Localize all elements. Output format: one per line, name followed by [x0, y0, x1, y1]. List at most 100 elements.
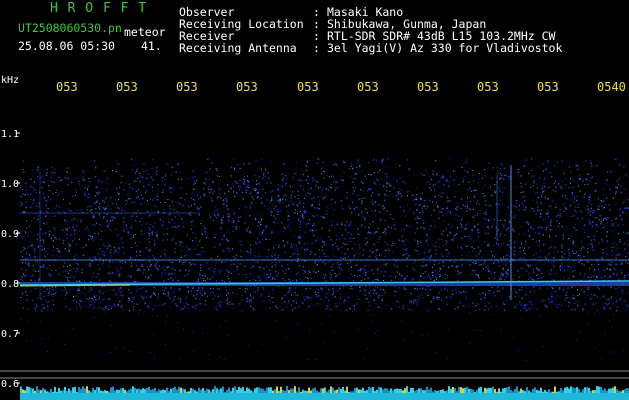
noise-dot — [608, 263, 610, 265]
noise-dot — [591, 264, 593, 266]
noise-dot — [513, 241, 516, 243]
noise-dot-bright — [302, 174, 304, 176]
noise-dot-bright — [148, 241, 150, 243]
noise-dot — [132, 236, 134, 239]
noise-dot — [503, 309, 505, 311]
noise-dot — [141, 265, 144, 268]
noise-dot — [85, 297, 87, 299]
noise-dot — [154, 357, 155, 359]
noise-dot — [503, 302, 505, 305]
noise-dot — [493, 277, 496, 279]
noise-dot — [57, 195, 59, 197]
noise-dot-bright — [102, 207, 104, 209]
noise-dot — [423, 265, 425, 267]
noise-dot-bright — [125, 199, 127, 201]
noise-dot — [176, 226, 178, 229]
noise-dot — [417, 299, 419, 301]
noise-dot — [107, 272, 109, 274]
noise-dot — [527, 222, 529, 224]
noise-dot — [619, 208, 622, 210]
noise-dot — [258, 241, 260, 243]
noise-dot — [156, 206, 158, 208]
noise-dot — [376, 184, 379, 186]
noise-dot-bright — [234, 195, 236, 197]
noise-dot — [341, 179, 343, 181]
noise-dot — [144, 268, 147, 270]
noise-dot-bright — [53, 246, 54, 248]
noise-dot-bright — [335, 187, 337, 189]
noise-dot — [353, 190, 355, 192]
noise-dot — [555, 203, 557, 205]
noise-dot — [297, 324, 299, 326]
noise-dot — [406, 252, 408, 254]
noise-dot — [493, 291, 495, 293]
noise-dot — [463, 289, 465, 291]
noise-dot — [524, 234, 526, 236]
noise-dot-bright — [66, 229, 68, 231]
noise-dot — [311, 297, 313, 299]
noise-dot — [561, 247, 563, 249]
noise-dot-bright — [196, 293, 198, 295]
noise-dot — [324, 261, 326, 264]
noise-dot — [22, 168, 24, 171]
noise-dot — [480, 298, 482, 300]
noise-dot — [532, 306, 534, 308]
noise-dot — [237, 266, 239, 268]
noise-dot — [51, 299, 53, 301]
noise-dot — [215, 308, 217, 310]
noise-dot — [222, 261, 224, 263]
noise-dot — [477, 200, 479, 202]
noise-dot-bright — [496, 290, 498, 292]
noise-dot — [515, 206, 517, 208]
noise-dot — [492, 245, 494, 247]
noise-dot — [58, 176, 60, 178]
noise-dot-bright — [305, 288, 307, 290]
noise-dot — [257, 213, 259, 216]
noise-dot — [430, 178, 433, 180]
noise-dot — [149, 215, 151, 217]
noise-dot — [169, 260, 172, 262]
noise-dot — [43, 181, 45, 183]
noise-dot — [427, 244, 429, 246]
noise-dot — [26, 294, 28, 296]
noise-dot — [281, 265, 283, 267]
noise-dot — [561, 304, 563, 306]
noise-dot-bright — [283, 227, 285, 228]
noise-dot — [124, 203, 127, 206]
noise-dot-bright — [436, 173, 438, 175]
noise-dot — [163, 290, 165, 292]
noise-dot — [99, 208, 101, 210]
noise-dot — [583, 224, 586, 226]
noise-dot — [130, 238, 132, 240]
noise-dot — [321, 167, 323, 169]
noise-dot — [528, 235, 531, 237]
noise-dot — [367, 188, 370, 191]
noise-dot — [101, 264, 104, 267]
noise-dot — [257, 351, 259, 353]
noise-dot — [584, 206, 586, 208]
noise-dot — [622, 349, 624, 351]
noise-dot — [442, 265, 444, 267]
noise-dot — [177, 322, 179, 324]
noise-dot — [137, 209, 139, 212]
noise-dot — [461, 237, 463, 239]
noise-dot — [419, 279, 421, 281]
noise-dot — [365, 243, 367, 246]
noise-dot — [149, 232, 151, 235]
noise-dot — [459, 292, 461, 294]
noise-dot-bright — [34, 248, 36, 250]
noise-dot — [270, 161, 272, 163]
noise-dot — [203, 230, 206, 232]
noise-dot — [325, 286, 327, 288]
noise-dot — [537, 268, 539, 270]
noise-dot — [597, 261, 599, 263]
noise-dot — [182, 204, 184, 206]
noise-dot — [216, 305, 218, 307]
noise-dot — [339, 309, 342, 311]
noise-dot — [281, 309, 283, 311]
noise-dot — [248, 301, 251, 303]
noise-dot — [239, 303, 241, 305]
noise-dot — [249, 204, 251, 206]
noise-dot-bright — [346, 191, 348, 193]
noise-dot — [556, 295, 558, 297]
